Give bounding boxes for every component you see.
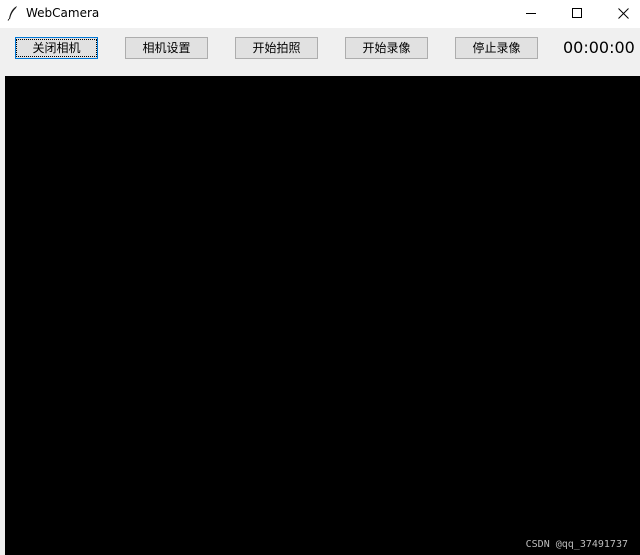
feather-icon — [7, 5, 19, 21]
close-button[interactable] — [600, 0, 640, 26]
minimize-button[interactable] — [508, 0, 554, 26]
maximize-icon — [572, 8, 582, 18]
app-window: WebCamera 关闭相机 相机设置 开始拍照 开始录像 停止录像 00:00… — [0, 0, 640, 555]
close-icon — [617, 7, 629, 19]
close-camera-button[interactable]: 关闭相机 — [15, 37, 98, 59]
take-photo-button[interactable]: 开始拍照 — [235, 37, 318, 59]
stop-recording-label: 停止录像 — [472, 41, 521, 55]
title-bar[interactable]: WebCamera — [0, 0, 640, 28]
watermark-text: CSDN @qq_37491737 — [525, 539, 628, 550]
start-recording-label: 开始录像 — [362, 41, 411, 55]
camera-settings-label: 相机设置 — [142, 41, 191, 55]
stop-recording-button[interactable]: 停止录像 — [455, 37, 538, 59]
start-recording-button[interactable]: 开始录像 — [345, 37, 428, 59]
maximize-button[interactable] — [554, 0, 600, 26]
recording-timer: 00:00:00 — [563, 38, 635, 57]
take-photo-label: 开始拍照 — [252, 41, 301, 55]
camera-settings-button[interactable]: 相机设置 — [125, 37, 208, 59]
close-camera-label: 关闭相机 — [16, 39, 97, 57]
window-title: WebCamera — [26, 6, 100, 20]
toolbar: 关闭相机 相机设置 开始拍照 开始录像 停止录像 00:00:00 — [0, 28, 640, 74]
camera-preview: CSDN @qq_37491737 — [5, 76, 640, 555]
minimize-icon — [526, 8, 536, 18]
